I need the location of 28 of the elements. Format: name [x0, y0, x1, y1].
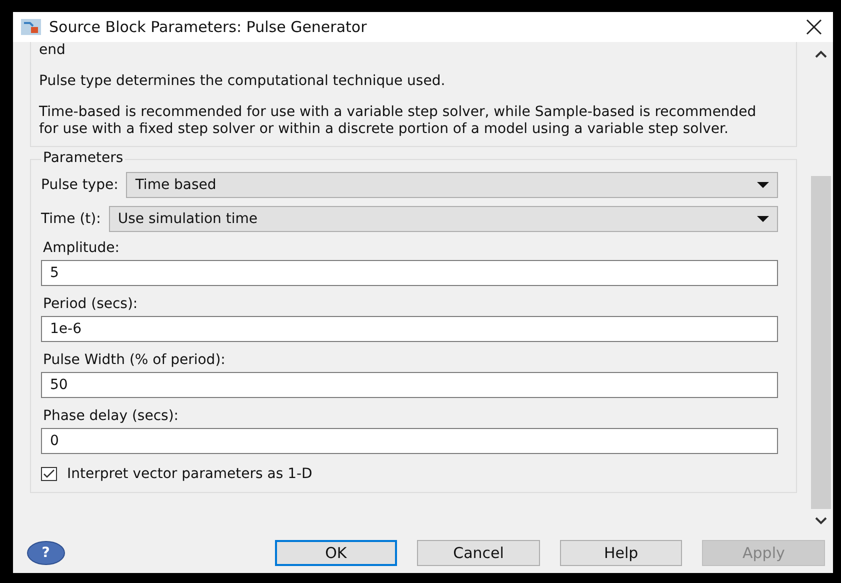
- description-text: Time-based is recommended for use with a variable step solver, while Sample-based is recommended for use with a fixed step solver or within a discrete portion of a model using a variable step solver.: [39, 104, 758, 138]
- checkbox-label: Interpret vector parameters as 1-D: [67, 466, 312, 482]
- field-label: Pulse Width (% of period):: [42, 352, 226, 368]
- help-button[interactable]: ?: [27, 541, 65, 565]
- window-title: Source Block Parameters: Pulse Generator: [49, 18, 368, 36]
- caret-icon: [757, 182, 769, 188]
- field-label: Period (secs):: [42, 296, 139, 312]
- checkbox[interactable]: [41, 467, 57, 481]
- input-field[interactable]: 50: [41, 372, 778, 398]
- close-icon[interactable]: [805, 18, 823, 36]
- description-text: Pulse type determines the computational technique used.: [39, 73, 446, 90]
- input-field[interactable]: 1e-6: [41, 316, 778, 342]
- dropdown[interactable]: Use simulation time: [108, 206, 778, 232]
- block-icon: [21, 19, 41, 35]
- scroll-up-icon[interactable]: [815, 50, 827, 58]
- dialog-button[interactable]: Cancel: [417, 540, 540, 566]
- caret-icon: [757, 216, 769, 222]
- description-text: end: [39, 42, 66, 59]
- field-label: Time (t):: [41, 211, 101, 227]
- input-field[interactable]: 5: [41, 260, 778, 286]
- field-label: Pulse type:: [41, 177, 118, 193]
- dialog-button[interactable]: OK: [274, 540, 398, 566]
- dialog-button[interactable]: Help: [560, 540, 682, 566]
- input-field[interactable]: 0: [41, 428, 778, 454]
- field-label: Phase delay (secs):: [42, 408, 180, 424]
- field-label: Amplitude:: [42, 240, 120, 256]
- dropdown[interactable]: Time based: [126, 172, 778, 198]
- scroll-down-icon[interactable]: [815, 517, 827, 525]
